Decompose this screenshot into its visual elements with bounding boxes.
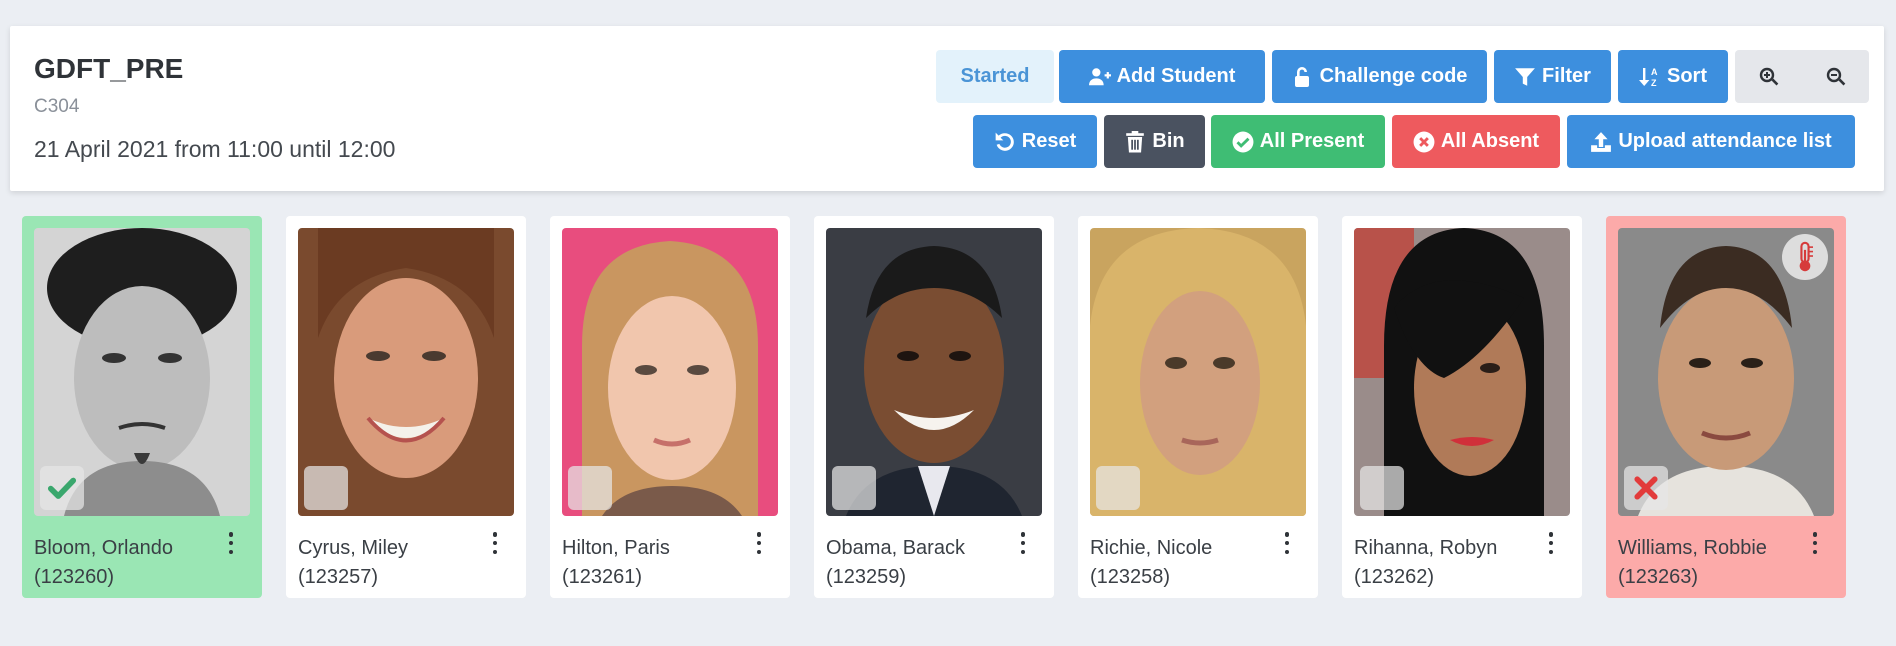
exam-header: GDFT_PRE C304 21 April 2021 from 11:00 u… <box>10 26 1884 191</box>
check-icon <box>47 477 77 499</box>
student-name: Hilton, Paris (123261) <box>562 537 670 588</box>
more-options-icon[interactable] <box>1544 532 1558 554</box>
student-photo <box>1090 228 1306 516</box>
trash-icon <box>1126 130 1145 152</box>
cross-icon <box>1634 476 1658 500</box>
student-photo <box>562 228 778 516</box>
exam-title: GDFT_PRE <box>34 53 184 84</box>
student-name: Richie, Nicole (123258) <box>1090 537 1213 588</box>
more-options-icon[interactable] <box>1016 532 1030 554</box>
student-name: Cyrus, Miley (123257) <box>298 537 409 588</box>
times-circle-icon <box>1413 131 1435 152</box>
sort-alpha-icon: AZ <box>1639 67 1658 88</box>
more-options-icon[interactable] <box>1808 532 1822 554</box>
svg-text:A: A <box>1651 67 1658 77</box>
challenge-code-button[interactable]: Challenge code <box>1272 50 1487 103</box>
upload-attendance-button[interactable]: Upload attendance list <box>1567 115 1855 168</box>
attendance-checkbox[interactable] <box>304 466 348 510</box>
student-photo <box>1354 228 1570 516</box>
sort-button[interactable]: AZ Sort <box>1618 50 1728 103</box>
attendance-checkbox[interactable] <box>568 466 612 510</box>
attendance-checkbox[interactable] <box>40 466 84 510</box>
reset-button[interactable]: Reset <box>973 115 1097 168</box>
exam-room: C304 <box>34 96 80 117</box>
student-photo <box>34 228 250 516</box>
undo-icon <box>995 132 1014 151</box>
attendance-checkbox[interactable] <box>832 466 876 510</box>
attendance-checkbox[interactable] <box>1624 466 1668 510</box>
zoom-in-button[interactable] <box>1735 50 1802 103</box>
student-name: Rihanna, Robyn (123262) <box>1354 537 1498 588</box>
all-present-button[interactable]: All Present <box>1211 115 1385 168</box>
student-card[interactable]: Cyrus, Miley (123257) <box>286 216 526 598</box>
upload-icon <box>1591 131 1612 152</box>
user-plus-icon <box>1088 67 1111 85</box>
student-card[interactable]: Williams, Robbie (123263) <box>1606 216 1846 598</box>
student-name: Williams, Robbie (123263) <box>1618 537 1767 588</box>
check-circle-icon <box>1232 131 1254 152</box>
more-options-icon[interactable] <box>752 532 766 554</box>
svg-text:Z: Z <box>1651 78 1657 88</box>
zoom-in-icon <box>1759 67 1778 85</box>
filter-icon <box>1515 67 1535 86</box>
student-photo <box>1618 228 1834 516</box>
exam-schedule: 21 April 2021 from 11:00 until 12:00 <box>34 136 396 162</box>
unlock-icon <box>1294 66 1309 87</box>
student-card[interactable]: Rihanna, Robyn (123262) <box>1342 216 1582 598</box>
status-button[interactable]: Started <box>936 50 1054 103</box>
student-card[interactable]: Bloom, Orlando (123260) <box>22 216 262 598</box>
student-card[interactable]: Obama, Barack (123259) <box>814 216 1054 598</box>
student-photo <box>298 228 514 516</box>
zoom-out-icon <box>1826 67 1845 85</box>
student-name: Bloom, Orlando (123260) <box>34 537 173 588</box>
attendance-checkbox[interactable] <box>1360 466 1404 510</box>
student-name: Obama, Barack (123259) <box>826 537 965 588</box>
add-student-button[interactable]: Add Student <box>1059 50 1265 103</box>
zoom-out-button[interactable] <box>1802 50 1869 103</box>
bin-button[interactable]: Bin <box>1104 115 1205 168</box>
filter-button[interactable]: Filter <box>1494 50 1611 103</box>
all-absent-button[interactable]: All Absent <box>1392 115 1560 168</box>
thermometer-icon[interactable] <box>1782 234 1828 280</box>
attendance-checkbox[interactable] <box>1096 466 1140 510</box>
more-options-icon[interactable] <box>1280 532 1294 554</box>
student-card[interactable]: Hilton, Paris (123261) <box>550 216 790 598</box>
student-card[interactable]: Richie, Nicole (123258) <box>1078 216 1318 598</box>
student-photo <box>826 228 1042 516</box>
more-options-icon[interactable] <box>224 532 238 554</box>
more-options-icon[interactable] <box>488 532 502 554</box>
